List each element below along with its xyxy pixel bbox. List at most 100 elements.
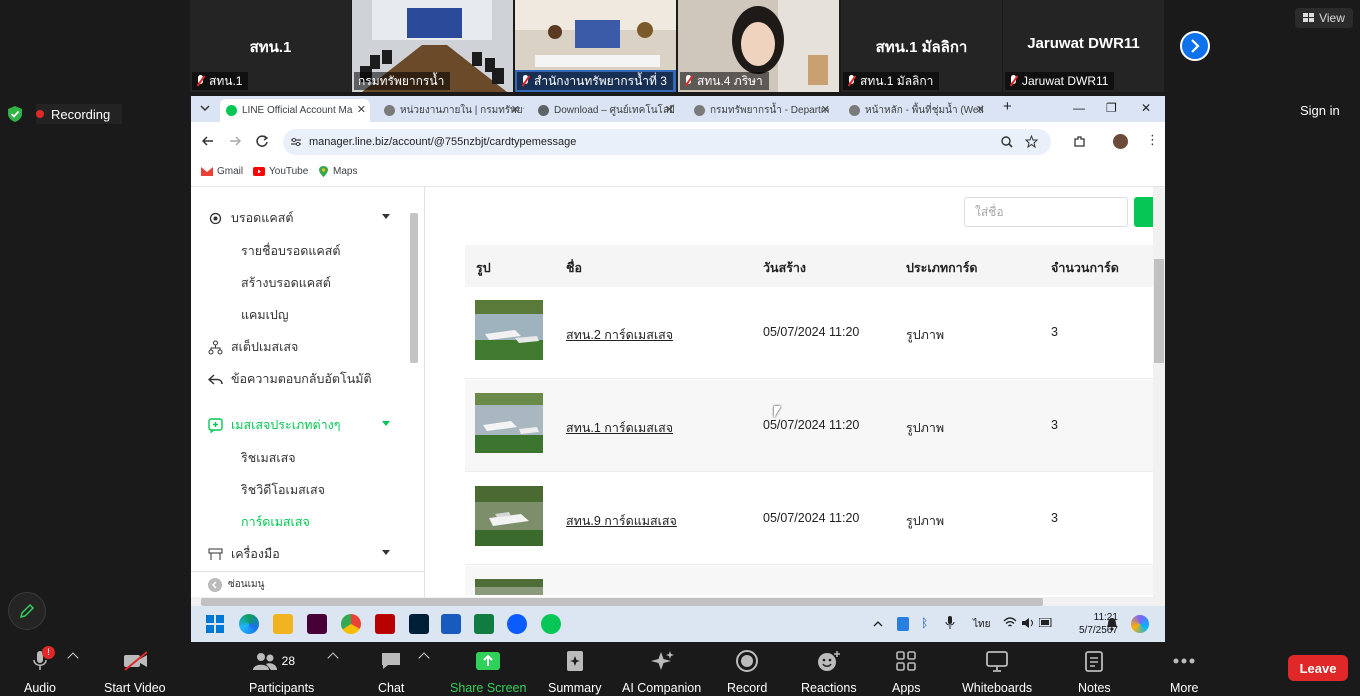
close-tab-icon[interactable]: ✕ bbox=[357, 99, 366, 122]
column-header-name[interactable]: ชื่อ bbox=[566, 258, 582, 278]
recording-indicator[interactable]: Recording bbox=[36, 104, 122, 124]
table-row[interactable]: สทน.2 การ์ดเมสเสจ 05/07/2024 11:20 รูปภา… bbox=[465, 287, 1153, 379]
close-tab-icon[interactable]: ✕ bbox=[976, 99, 985, 122]
annotate-button[interactable] bbox=[8, 592, 46, 630]
name-search-input[interactable]: ใส่ชื่อ bbox=[964, 197, 1128, 227]
start-video-button[interactable]: Start Video bbox=[104, 650, 166, 695]
new-tab-button[interactable]: + bbox=[1003, 98, 1012, 115]
sidebar-item-card-message[interactable]: การ์ดเมสเสจ bbox=[241, 512, 310, 532]
table-row[interactable] bbox=[465, 566, 1153, 595]
security-tray-icon[interactable] bbox=[897, 617, 909, 631]
ai-companion-button[interactable]: AI Companion bbox=[622, 650, 701, 695]
tab-internal-units[interactable]: หน่วยงานภายใน | กรมทรัพยา ✕ bbox=[378, 99, 524, 122]
tab-line-official[interactable]: LINE Official Account Ma ✕ bbox=[220, 99, 370, 122]
word-icon[interactable] bbox=[441, 614, 461, 634]
tab-search-icon[interactable] bbox=[200, 105, 210, 113]
card-name-link[interactable]: สทน.1 การ์ดเมสเสจ bbox=[566, 418, 673, 438]
hide-menu-button[interactable]: ซ่อนเมนู bbox=[191, 571, 425, 597]
tab-dwr[interactable]: กรมทรัพยากรน้ำ - Departm ✕ bbox=[688, 99, 834, 122]
participant-tile[interactable]: Jaruwat DWR11 Jaruwat DWR11 bbox=[1003, 0, 1164, 92]
sidebar-item-auto-reply[interactable]: ข้อความตอบกลับอัตโนมัติ bbox=[208, 369, 372, 389]
profile-avatar[interactable] bbox=[1113, 134, 1128, 149]
line-app-icon[interactable] bbox=[541, 614, 561, 634]
column-header-created[interactable]: วันสร้าง bbox=[763, 258, 806, 278]
close-tab-icon[interactable]: ✕ bbox=[821, 99, 830, 122]
filezilla-icon[interactable] bbox=[375, 614, 395, 634]
scrollbar-thumb[interactable] bbox=[1154, 259, 1164, 363]
chevron-down-icon[interactable] bbox=[382, 214, 390, 219]
record-button[interactable]: Record bbox=[727, 650, 767, 695]
notification-bell-icon[interactable] bbox=[1106, 617, 1118, 631]
card-name-link[interactable]: สทน.9 การ์ดแมสเสจ bbox=[566, 511, 677, 531]
chat-button[interactable]: Chat bbox=[378, 650, 404, 695]
wifi-icon[interactable] bbox=[1003, 617, 1017, 628]
sidebar-item-broadcast[interactable]: บรอดแคสต์ bbox=[208, 208, 293, 228]
edge-icon[interactable] bbox=[239, 614, 259, 634]
sidebar-item-broadcast-list[interactable]: รายชื่อบรอดแคสต์ bbox=[241, 241, 341, 261]
minimize-button[interactable]: — bbox=[1073, 101, 1085, 115]
volume-icon[interactable] bbox=[1021, 617, 1035, 629]
share-screen-button[interactable]: Share Screen bbox=[450, 650, 526, 695]
leave-meeting-button[interactable]: Leave bbox=[1288, 655, 1348, 681]
reload-icon[interactable] bbox=[256, 135, 268, 147]
bookmark-gmail[interactable]: Gmail bbox=[201, 166, 243, 177]
chrome-icon[interactable] bbox=[341, 614, 361, 634]
sidebar-item-create-broadcast[interactable]: สร้างบรอดแคสต์ bbox=[241, 273, 331, 293]
back-arrow-icon[interactable] bbox=[202, 135, 214, 147]
participant-tile[interactable]: สทน.1 สทน.1 bbox=[190, 0, 351, 92]
participant-tile[interactable]: สทน.1 มัลลิกา สทน.1 มัลลิกา bbox=[841, 0, 1002, 92]
extensions-icon[interactable] bbox=[1073, 135, 1086, 148]
whiteboards-button[interactable]: Whiteboards bbox=[962, 650, 1032, 695]
sign-in-link[interactable]: Sign in bbox=[1300, 103, 1340, 118]
dreamweaver-icon[interactable] bbox=[307, 614, 327, 634]
tab-download[interactable]: Download – ศูนย์เทคโนโลยี ✕ bbox=[532, 99, 678, 122]
next-page-button[interactable] bbox=[1180, 31, 1210, 61]
photoshop-icon[interactable] bbox=[409, 614, 429, 634]
participants-button[interactable]: 28 Participants bbox=[249, 650, 314, 695]
chevron-down-icon[interactable] bbox=[382, 421, 390, 426]
close-tab-icon[interactable]: ✕ bbox=[665, 99, 674, 122]
sidebar-item-campaign[interactable]: แคมเปญ bbox=[241, 305, 289, 325]
table-row[interactable]: สทน.1 การ์ดเมสเสจ 05/07/2024 11:20 รูปภา… bbox=[465, 380, 1153, 472]
summary-button[interactable]: Summary bbox=[548, 650, 601, 695]
participant-tile[interactable]: สทน.4 ภริษา bbox=[678, 0, 839, 92]
sidebar-item-rich-message[interactable]: ริชเมสเสจ bbox=[241, 448, 296, 468]
audio-options-icon[interactable] bbox=[67, 652, 79, 664]
notes-button[interactable]: Notes bbox=[1078, 650, 1111, 695]
zoom-icon[interactable] bbox=[1001, 136, 1013, 148]
forward-arrow-icon[interactable] bbox=[229, 135, 241, 147]
bookmark-star-icon[interactable] bbox=[1025, 135, 1038, 148]
chevron-up-icon[interactable] bbox=[873, 620, 883, 627]
sidebar-item-message-types[interactable]: เมสเสจประเภทต่างๆ bbox=[208, 415, 340, 435]
file-explorer-icon[interactable] bbox=[273, 614, 293, 634]
restore-button[interactable]: ❐ bbox=[1106, 101, 1117, 115]
participants-options-icon[interactable] bbox=[327, 652, 339, 664]
close-window-button[interactable]: ✕ bbox=[1141, 101, 1151, 115]
excel-icon[interactable] bbox=[474, 614, 494, 634]
participant-tile[interactable]: กรมทรัพยากรน้ำ bbox=[352, 0, 513, 92]
apps-button[interactable]: Apps bbox=[892, 650, 921, 695]
page-vertical-scrollbar[interactable] bbox=[1153, 187, 1165, 597]
table-row[interactable]: สทน.9 การ์ดแมสเสจ 05/07/2024 11:20 รูปภา… bbox=[465, 473, 1153, 565]
scrollbar-thumb[interactable] bbox=[201, 598, 1043, 606]
sidebar-item-rich-video-message[interactable]: ริชวิดีโอเมสเสจ bbox=[241, 480, 325, 500]
chevron-down-icon[interactable] bbox=[382, 550, 390, 555]
sidebar-scrollbar[interactable] bbox=[410, 213, 418, 363]
bluetooth-icon[interactable]: ᛒ bbox=[921, 616, 928, 630]
copilot-icon[interactable] bbox=[1131, 615, 1149, 633]
close-tab-icon[interactable]: ✕ bbox=[511, 99, 520, 122]
view-button[interactable]: View bbox=[1295, 8, 1353, 28]
sidebar-item-tools[interactable]: เครื่องมือ bbox=[208, 544, 280, 564]
chrome-menu-icon[interactable]: ⋮ bbox=[1146, 132, 1159, 148]
battery-icon[interactable] bbox=[1039, 618, 1053, 627]
sidebar-item-step-message[interactable]: สเต็ปเมสเสจ bbox=[208, 337, 298, 357]
card-name-link[interactable]: สทน.2 การ์ดเมสเสจ bbox=[566, 325, 673, 345]
input-language[interactable]: ไทย bbox=[973, 617, 990, 632]
search-button[interactable] bbox=[1134, 197, 1154, 227]
microphone-tray-icon[interactable] bbox=[945, 616, 955, 630]
chat-options-icon[interactable] bbox=[418, 652, 430, 664]
windows-start-icon[interactable] bbox=[206, 615, 224, 633]
zoom-app-icon[interactable] bbox=[507, 614, 527, 634]
site-settings-icon[interactable] bbox=[291, 137, 301, 147]
more-button[interactable]: More bbox=[1170, 650, 1198, 695]
